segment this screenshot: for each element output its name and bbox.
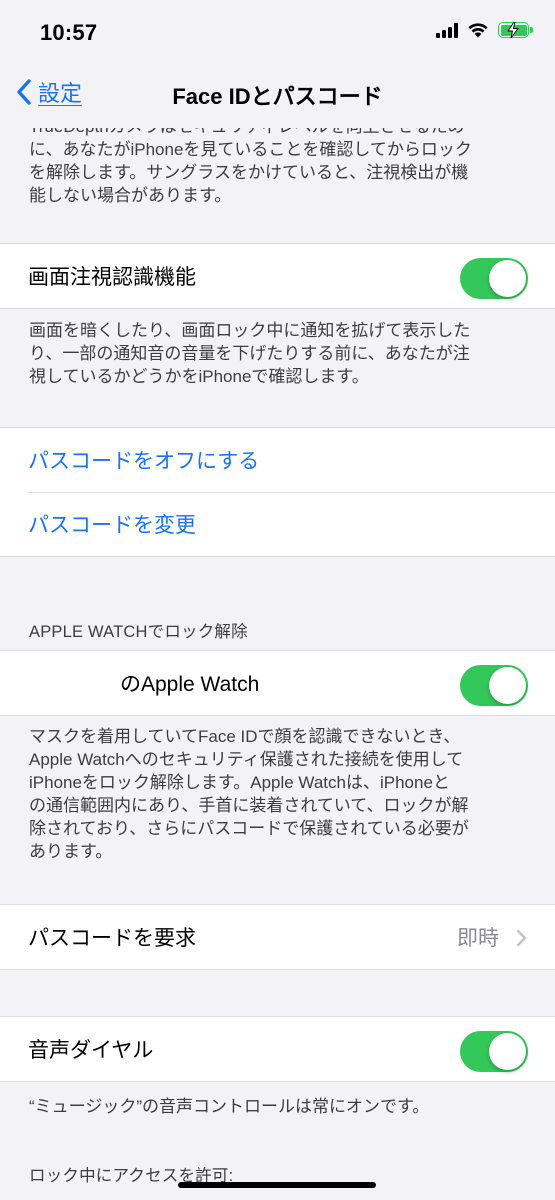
wifi-icon	[468, 23, 488, 38]
turn-passcode-off-button[interactable]: パスコードをオフにする	[28, 445, 259, 475]
voice-dial-toggle[interactable]	[460, 1031, 528, 1072]
home-indicator	[178, 1182, 376, 1188]
apple-watch-description: マスクを着用していてFace IDで顔を認識できないとき、 Apple Watc…	[29, 727, 469, 861]
voice-dial-row: 音声ダイヤル	[0, 1017, 555, 1081]
apple-watch-label: のApple Watch	[120, 673, 260, 696]
cellular-signal-icon	[436, 22, 458, 38]
attention-aware-group: 画面注視認識機能	[0, 243, 555, 309]
page-title: Face IDとパスコード	[172, 84, 383, 109]
settings-screen: 10:57 設定 Face IDとパスコード TrueDepthカメラはセキュリ…	[0, 0, 555, 1200]
status-bar: 10:57	[0, 0, 555, 62]
require-passcode-label: パスコードを要求	[28, 927, 196, 950]
attention-aware-row: 画面注視認識機能	[0, 244, 555, 308]
change-passcode-row[interactable]: パスコードを変更	[0, 492, 555, 556]
attention-aware-description: 画面を暗くしたり、画面ロック中に通知を拡げて表示した り、一部の通知音の音量を下…	[29, 321, 471, 386]
turn-passcode-off-row[interactable]: パスコードをオフにする	[0, 428, 555, 492]
passcode-actions-group: パスコードをオフにする パスコードを変更	[0, 427, 555, 557]
apple-watch-unlock-toggle[interactable]	[460, 665, 528, 706]
chevron-right-icon	[516, 929, 527, 947]
change-passcode-button[interactable]: パスコードを変更	[28, 509, 196, 539]
toggle-knob	[489, 260, 526, 297]
toggle-knob	[489, 667, 526, 704]
attention-aware-toggle[interactable]	[460, 258, 528, 299]
apple-watch-section-header: APPLE WATCHでロック解除	[29, 623, 248, 641]
require-passcode-value: 即時	[457, 927, 499, 950]
require-passcode-group: パスコードを要求 即時	[0, 904, 555, 970]
voice-dial-label: 音声ダイヤル	[28, 1039, 154, 1062]
toggle-knob	[489, 1033, 526, 1070]
navigation-bar: 設定 Face IDとパスコード	[0, 62, 555, 124]
attention-aware-label: 画面注視認識機能	[28, 266, 196, 289]
battery-charging-icon	[498, 22, 533, 38]
apple-watch-group: のApple Watch	[0, 650, 555, 716]
apple-watch-row: のApple Watch	[0, 651, 555, 715]
voice-dial-group: 音声ダイヤル	[0, 1016, 555, 1082]
truedepth-description: TrueDepthカメラはセキュリティレベルを向上させるため に、あなたがiPh…	[29, 117, 472, 205]
status-icons	[436, 22, 533, 38]
status-time: 10:57	[40, 20, 98, 45]
voice-dial-description: “ミュージック”の音声コントロールは常にオンです。	[29, 1097, 430, 1116]
require-passcode-row[interactable]: パスコードを要求 即時	[0, 905, 555, 969]
